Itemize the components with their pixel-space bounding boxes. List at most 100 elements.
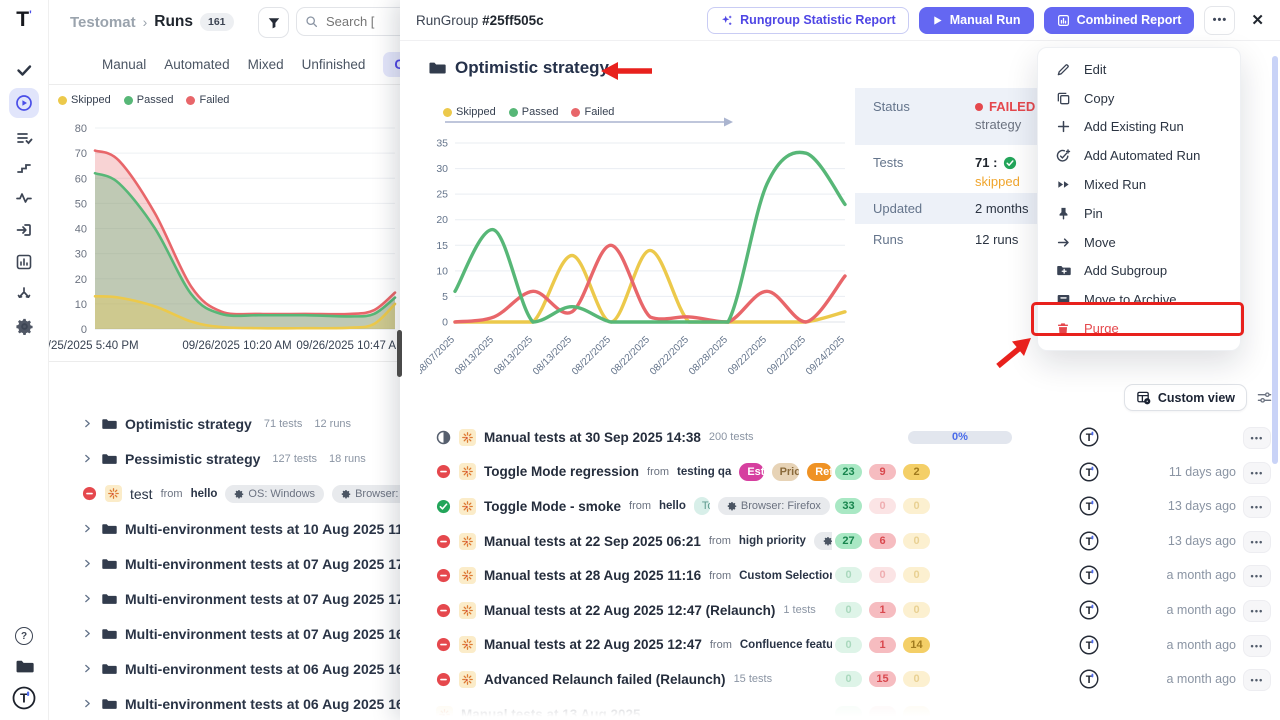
custom-view-button[interactable]: Custom view [1124,384,1247,411]
check-icon[interactable] [0,56,48,84]
run-row[interactable]: Toggle Mode - smokefromhelloTo ReviewBro… [400,489,1280,524]
row-actions-button[interactable]: ••• [1243,496,1271,518]
group-name[interactable]: Multi-environment tests at 06 Aug 2025 1… [125,661,400,677]
chevron-right-icon[interactable] [82,453,93,464]
row-actions-button[interactable]: ••• [1243,635,1271,657]
run-title[interactable]: Toggle Mode - smoke [484,499,621,514]
group-name[interactable]: Multi-environment tests at 10 Aug 2025 1… [125,521,400,537]
run-row[interactable]: Advanced Relaunch failed (Relaunch)15 te… [400,662,1280,697]
tab-automated[interactable]: Automated [164,57,229,72]
chevron-right-icon[interactable] [82,593,93,604]
legend-dot [58,96,67,105]
import-icon[interactable] [0,216,48,244]
menu-item-add-existing-run[interactable]: Add Existing Run [1038,113,1240,142]
chevron-right-icon[interactable] [82,663,93,674]
breadcrumb-app[interactable]: Testomat [70,14,136,31]
group-name[interactable]: Optimistic strategy [125,416,252,432]
analytics-icon[interactable] [0,248,48,276]
run-title[interactable]: Toggle Mode regression [484,464,639,479]
group-name[interactable]: Multi-environment tests at 07 Aug 2025 1… [125,556,400,572]
more-actions-button[interactable]: ••• [1204,6,1235,35]
group-name[interactable]: Pessimistic strategy [125,451,260,467]
run-row[interactable]: Manual tests at 22 Aug 2025 12:47 (Relau… [400,593,1280,628]
row-actions-button[interactable]: ••• [1243,565,1271,587]
menu-item-copy[interactable]: Copy [1038,84,1240,113]
list-item[interactable]: Multi-environment tests at 06 Aug 2025 1… [48,686,400,720]
brand-logo[interactable]: T' [0,8,48,32]
run-row[interactable]: Manual tests at 22 Aug 2025 12:47fromCon… [400,628,1280,663]
run-badge: Priority: Normal [772,463,800,481]
list-item[interactable]: Multi-environment tests at 07 Aug 2025 1… [48,546,400,581]
from-source[interactable]: hello [191,488,218,500]
list-item[interactable]: Multi-environment tests at 07 Aug 2025 1… [48,616,400,651]
menu-item-mixed-run[interactable]: Mixed Run [1038,170,1240,199]
from-source[interactable]: hello [659,500,686,512]
list-item[interactable]: Optimistic strategy71 tests12 runs [48,406,400,441]
row-actions-button[interactable]: ••• [1243,427,1271,449]
list-item[interactable]: Pessimistic strategy127 tests18 runs [48,441,400,476]
chevron-right-icon[interactable] [82,628,93,639]
list-item[interactable]: Multi-environment tests at 07 Aug 2025 1… [48,581,400,616]
filter-button[interactable] [258,7,289,38]
run-row[interactable]: Manual tests at 30 Sep 2025 14:38200 tes… [400,420,1280,455]
rungroup-statistic-report-button[interactable]: Rungroup Statistic Report [707,7,909,34]
run-title[interactable]: Advanced Relaunch failed (Relaunch) [484,672,726,687]
projects-folder-icon[interactable] [0,652,48,680]
run-title[interactable]: Manual tests at 28 Aug 2025 11:16 [484,568,701,583]
run-title[interactable]: Manual tests at 22 Aug 2025 12:47 (Relau… [484,603,775,618]
menu-item-add-subgroup[interactable]: Add Subgroup [1038,257,1240,286]
pulse-icon[interactable] [0,184,48,212]
from-source[interactable]: testing qa [677,466,731,478]
chevron-right-icon[interactable] [82,558,93,569]
run-title[interactable]: Manual tests at 30 Sep 2025 14:38 [484,430,701,445]
row-actions-button[interactable]: ••• [1243,531,1271,553]
from-source[interactable]: Custom Selection [739,570,832,582]
menu-item-move[interactable]: Move [1038,228,1240,257]
left-scrollbar-thumb[interactable] [397,330,402,377]
manual-run-button[interactable]: Manual Run [919,7,1034,34]
tab-mixed[interactable]: Mixed [248,57,284,72]
chevron-right-icon[interactable] [82,523,93,534]
search-box[interactable]: ✕ [296,7,400,36]
group-name[interactable]: Multi-environment tests at 07 Aug 2025 1… [125,626,400,642]
run-row-partial[interactable]: Manual tests at 13 Aug 2025 [400,697,1280,720]
tab-groups-active[interactable]: Groups [383,52,400,77]
column-settings-icon[interactable] [1257,390,1272,405]
chevron-right-icon[interactable] [82,418,93,429]
chevron-right-icon[interactable] [82,698,93,709]
group-name[interactable]: Multi-environment tests at 06 Aug 2025 1… [125,696,400,712]
test-plans-icon[interactable] [0,124,48,152]
group-name[interactable]: Multi-environment tests at 07 Aug 2025 1… [125,591,400,607]
search-input[interactable] [324,13,400,30]
menu-item-edit[interactable]: Edit [1038,55,1240,84]
steps-icon[interactable] [0,154,48,182]
runs-play-icon[interactable] [0,88,48,118]
breadcrumb-page[interactable]: Runs [154,13,193,31]
tab-unfinished[interactable]: Unfinished [302,57,366,72]
branches-icon[interactable] [0,280,48,308]
run-title[interactable]: Manual tests at 22 Sep 2025 06:21 [484,534,701,549]
run-row[interactable]: Toggle Mode regressionfromtesting qaEsti… [400,455,1280,490]
row-actions-button[interactable]: ••• [1243,669,1271,691]
row-actions-button[interactable]: ••• [1243,462,1271,484]
list-item[interactable]: Multi-environment tests at 10 Aug 2025 1… [48,511,400,546]
menu-item-add-automated-run[interactable]: Add Automated Run [1038,141,1240,170]
row-actions-button[interactable]: ••• [1243,600,1271,622]
from-source[interactable]: Confluence feature [740,639,832,651]
from-source[interactable]: high priority [739,535,806,547]
run-row[interactable]: Manual tests at 22 Sep 2025 06:21fromhig… [400,524,1280,559]
close-panel-icon[interactable]: ✕ [1251,11,1264,29]
settings-gear-icon[interactable] [0,312,48,340]
run-title[interactable]: Manual tests at 22 Aug 2025 12:47 [484,637,702,652]
run-row[interactable]: Manual tests at 28 Aug 2025 11:16fromCus… [400,558,1280,593]
help-icon[interactable]: ? [0,622,48,650]
tab-manual[interactable]: Manual [102,57,146,72]
breadcrumb[interactable]: Testomat › Runs 161 [48,13,234,31]
panel-scrollbar-thumb[interactable] [1272,56,1278,464]
list-item[interactable]: Multi-environment tests at 06 Aug 2025 1… [48,651,400,686]
combined-report-button[interactable]: Combined Report [1044,7,1195,34]
menu-item-pin[interactable]: Pin [1038,199,1240,228]
run-name[interactable]: test [130,486,153,502]
profile-avatar[interactable]: T [0,684,48,712]
list-item[interactable]: testfromhelloOS: WindowsBrowser: Chrome [48,476,400,511]
